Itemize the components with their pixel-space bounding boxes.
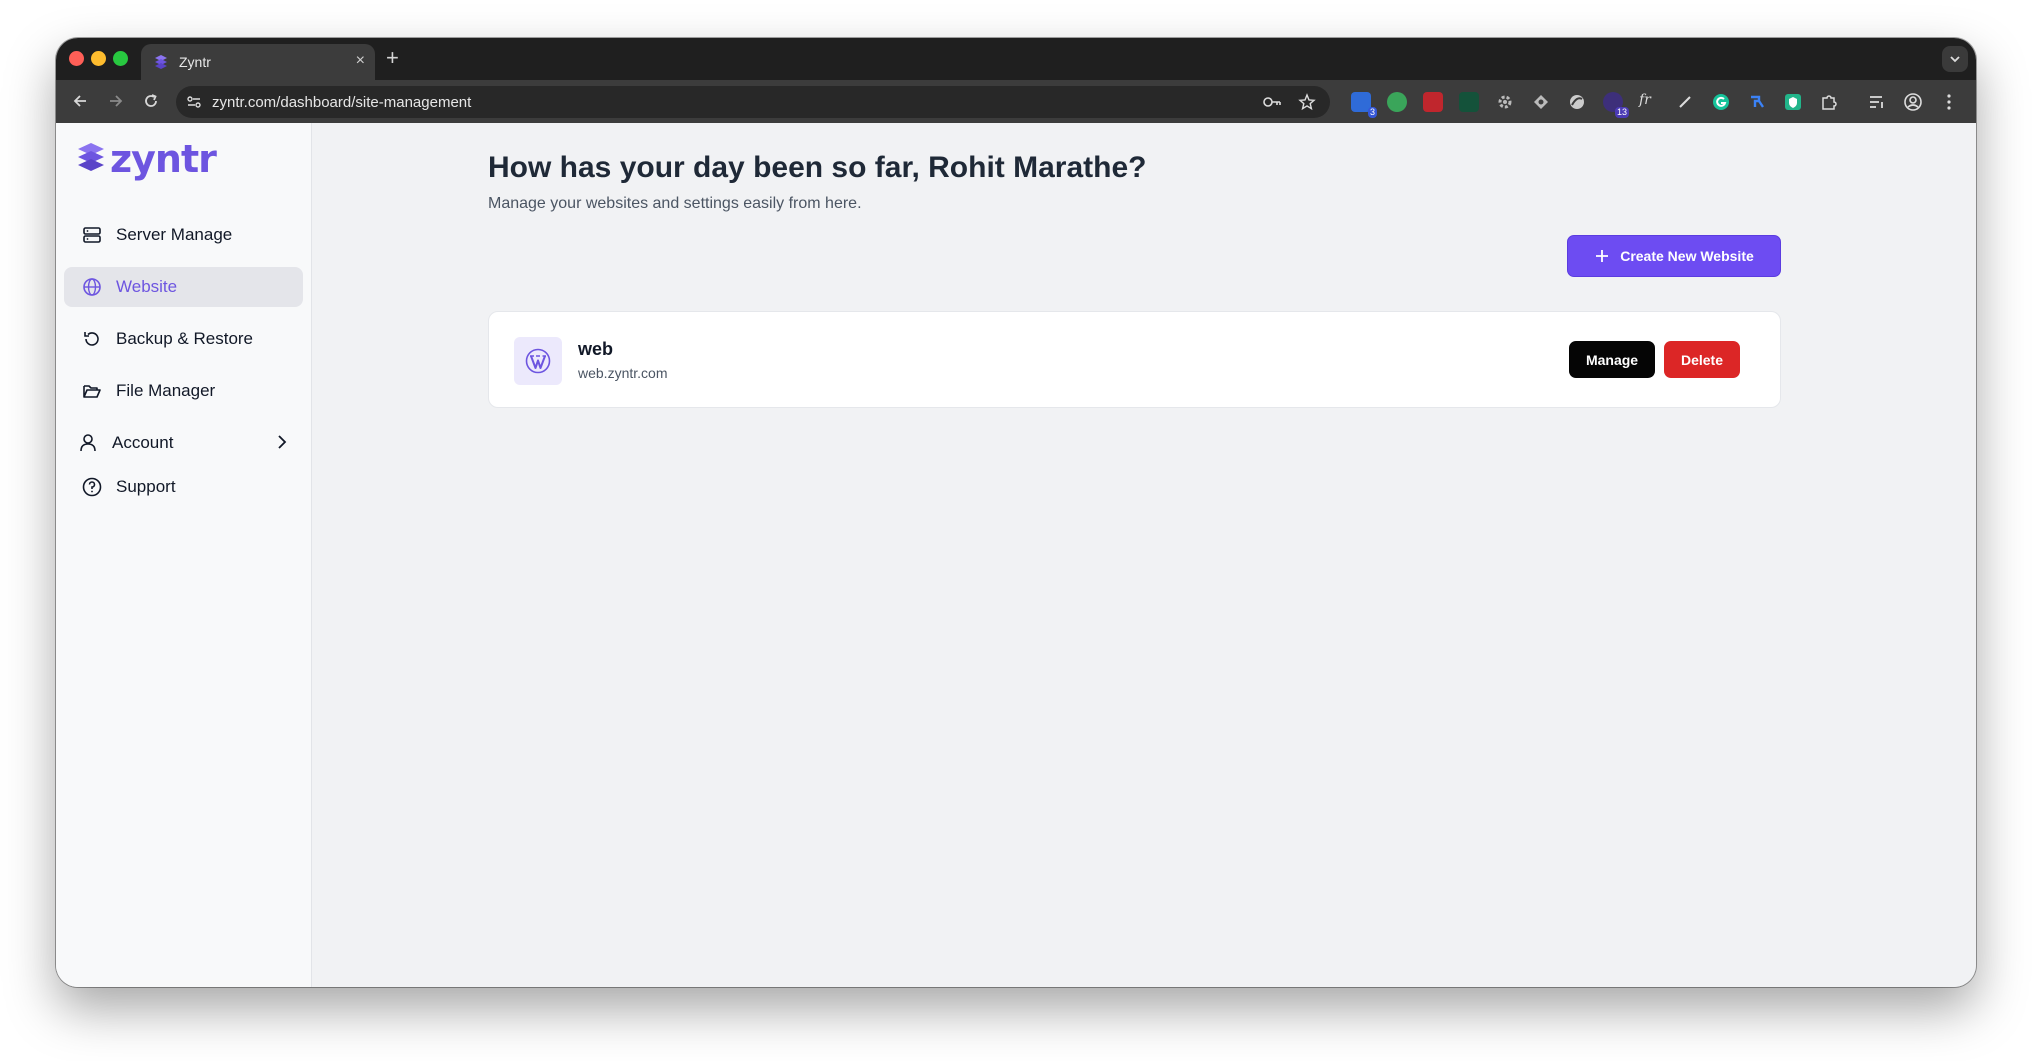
site-icon-box <box>514 337 562 385</box>
delete-button[interactable]: Delete <box>1664 341 1740 378</box>
chevron-right-icon[interactable] <box>273 433 291 451</box>
ai-extension-icon[interactable]: 13 <box>1603 92 1629 118</box>
bookmark-star-icon[interactable] <box>1298 93 1316 111</box>
fx-extension-icon[interactable]: fr <box>1639 92 1659 112</box>
new-tab-button[interactable]: + <box>386 46 399 70</box>
password-key-icon[interactable] <box>1262 94 1282 110</box>
minimize-window-button[interactable] <box>91 51 106 66</box>
site-settings-icon[interactable] <box>186 94 202 110</box>
swirl-extension-icon[interactable] <box>1567 92 1587 112</box>
more-menu-icon[interactable] <box>1939 92 1959 112</box>
back-icon[interactable] <box>70 91 90 111</box>
grammarly-extension-icon[interactable] <box>1711 92 1731 112</box>
green-shield-extension-icon[interactable] <box>1783 92 1803 112</box>
sidebar-item-label: Support <box>116 477 176 496</box>
server-icon <box>83 227 101 243</box>
main-content: How has your day been so far, Rohit Mara… <box>312 123 1976 987</box>
media-controls-icon[interactable] <box>1867 92 1887 112</box>
logo-text: zyntr <box>110 137 217 181</box>
sidebar-item-server-manage[interactable]: Server Manage <box>64 215 303 255</box>
user-icon <box>80 434 96 452</box>
page-subtitle: Manage your websites and settings easily… <box>488 195 862 212</box>
create-new-website-button[interactable]: Create New Website <box>1567 235 1781 277</box>
wordpress-icon <box>525 348 551 374</box>
sidebar-item-file-manager[interactable]: File Manager <box>64 371 303 411</box>
tab-title: Zyntr <box>179 54 211 70</box>
site-url: web.zyntr.com <box>578 365 668 381</box>
tab-close-icon[interactable]: × <box>356 51 365 71</box>
browser-window: Zyntr × + zyntr.com/dashboard/site-manag… <box>56 38 1976 987</box>
sidebar-item-label: Account <box>112 433 174 452</box>
plus-icon <box>1596 250 1609 262</box>
blue-extension-icon[interactable] <box>1747 92 1767 112</box>
page-content: zyntr Server Manage Website Backup & Res… <box>56 123 1976 987</box>
writing-extension-icon[interactable] <box>1459 92 1479 112</box>
sidebar-item-support[interactable]: Support <box>64 467 303 507</box>
sidebar-item-label: File Manager <box>116 381 216 400</box>
reload-icon[interactable] <box>141 91 161 111</box>
restore-icon <box>84 332 99 346</box>
app-logo[interactable]: zyntr <box>76 137 217 181</box>
manage-button[interactable]: Manage <box>1569 341 1655 378</box>
sidebar: zyntr Server Manage Website Backup & Res… <box>56 123 312 987</box>
globe-icon <box>83 278 101 296</box>
sidebar-item-website[interactable]: Website <box>64 267 303 307</box>
pen-extension-icon[interactable] <box>1675 92 1695 112</box>
video-extension-icon[interactable] <box>1423 92 1443 112</box>
page-title: How has your day been so far, Rohit Mara… <box>488 151 1147 184</box>
diamond-extension-icon[interactable] <box>1531 92 1551 112</box>
url-text[interactable]: zyntr.com/dashboard/site-management <box>212 94 471 111</box>
browser-titlebar: Zyntr × + <box>56 38 1976 80</box>
folder-icon <box>83 385 101 398</box>
puzzle-extensions-icon[interactable] <box>1819 92 1839 112</box>
sidebar-item-label: Server Manage <box>116 225 233 244</box>
chevron-down-icon <box>1950 56 1960 63</box>
tab-search-button[interactable] <box>1942 46 1968 72</box>
sidebar-item-backup-restore[interactable]: Backup & Restore <box>64 319 303 359</box>
bitwarden-extension-icon[interactable]: 3 <box>1351 92 1377 118</box>
shield-extension-icon[interactable] <box>1387 92 1407 112</box>
sidebar-item-account[interactable]: Account <box>64 423 303 463</box>
maximize-window-button[interactable] <box>113 51 128 66</box>
create-button-label: Create New Website <box>1620 248 1754 264</box>
forward-icon[interactable] <box>106 91 126 111</box>
sidebar-item-label: Website <box>116 277 178 296</box>
profile-icon[interactable] <box>1903 92 1923 112</box>
browser-tab[interactable]: Zyntr × <box>141 44 375 80</box>
browser-toolbar: zyntr.com/dashboard/site-management 3 13… <box>56 80 1976 123</box>
sidebar-item-label: Backup & Restore <box>116 329 254 348</box>
zyntr-logo-icon <box>78 143 104 171</box>
zyntr-favicon-icon <box>155 55 167 69</box>
address-bar[interactable]: zyntr.com/dashboard/site-management <box>176 86 1330 118</box>
site-card: web web.zyntr.com Manage Delete <box>488 311 1781 408</box>
help-icon <box>82 477 102 497</box>
close-window-button[interactable] <box>69 51 84 66</box>
gear-extension-icon[interactable] <box>1495 92 1515 112</box>
site-name: web <box>578 339 614 359</box>
